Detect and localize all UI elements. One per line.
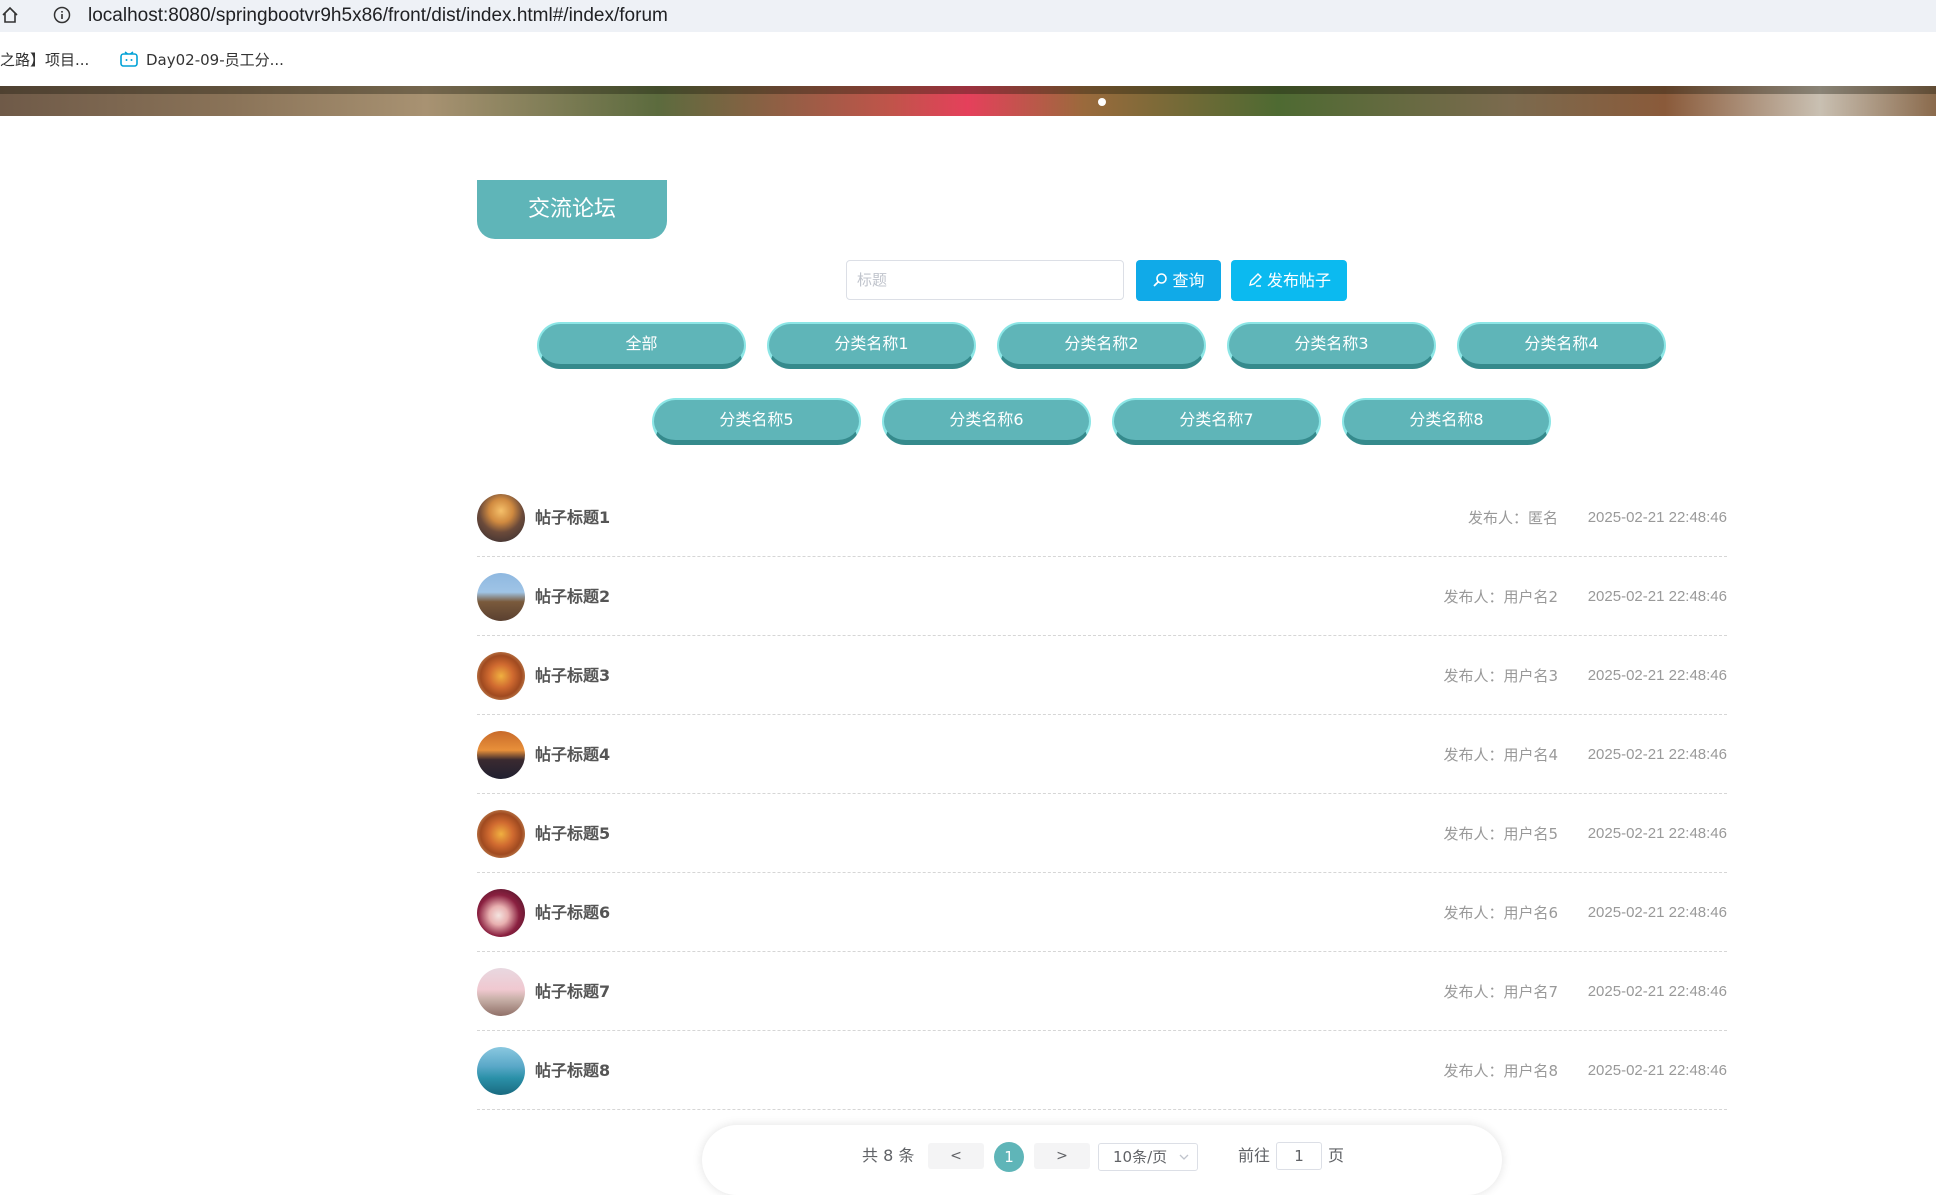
- bookmark-item[interactable]: 之路】项目...: [0, 50, 89, 70]
- goto-label: 前往: [1238, 1146, 1271, 1165]
- page-number-current[interactable]: 1: [994, 1142, 1024, 1172]
- post-author: 发布人：用户名7: [1443, 983, 1558, 1001]
- post-title[interactable]: 帖子标题1: [535, 506, 610, 530]
- post-item[interactable]: 帖子标题2 发布人：用户名2 2025-02-21 22:48:46: [477, 557, 1727, 636]
- url-text[interactable]: localhost:8080/springbootvr9h5x86/front/…: [88, 3, 668, 29]
- post-time: 2025-02-21 22:48:46: [1587, 667, 1727, 684]
- post-time: 2025-02-21 22:48:46: [1587, 746, 1727, 763]
- post-avatar: [477, 810, 525, 858]
- search-button-label: 查询: [1172, 271, 1205, 290]
- post-author: 发布人：用户名5: [1443, 825, 1558, 843]
- post-author: 发布人：用户名3: [1443, 667, 1558, 685]
- post-title[interactable]: 帖子标题7: [535, 980, 610, 1004]
- post-time: 2025-02-21 22:48:46: [1587, 825, 1727, 842]
- category-item[interactable]: 分类名称3: [1227, 322, 1436, 369]
- post-time: 2025-02-21 22:48:46: [1587, 1062, 1727, 1079]
- search-button[interactable]: 查询: [1136, 260, 1221, 301]
- post-item[interactable]: 帖子标题8 发布人：用户名8 2025-02-21 22:48:46: [477, 1031, 1727, 1110]
- title-search-input[interactable]: [846, 260, 1124, 300]
- tv-icon: [120, 51, 138, 67]
- post-avatar: [477, 889, 525, 937]
- post-author: 发布人：用户名2: [1443, 588, 1558, 606]
- edit-icon: [1249, 273, 1262, 287]
- post-avatar: [477, 968, 525, 1016]
- post-title[interactable]: 帖子标题5: [535, 822, 610, 846]
- page-size-select[interactable]: 10条/页: [1098, 1143, 1198, 1171]
- publish-post-button[interactable]: 发布帖子: [1231, 260, 1347, 301]
- category-item[interactable]: 分类名称1: [767, 322, 976, 369]
- post-item[interactable]: 帖子标题4 发布人：用户名4 2025-02-21 22:48:46: [477, 715, 1727, 794]
- info-icon[interactable]: [53, 6, 71, 24]
- post-avatar: [477, 731, 525, 779]
- category-item[interactable]: 分类名称2: [997, 322, 1206, 369]
- bookmarks-bar: 之路】项目... Day02-09-员工分...: [0, 40, 1936, 82]
- search-icon: [1153, 273, 1168, 287]
- home-icon[interactable]: [1, 6, 19, 24]
- address-bar: localhost:8080/springbootvr9h5x86/front/…: [0, 0, 1936, 32]
- publish-post-label: 发布帖子: [1266, 271, 1331, 290]
- post-item[interactable]: 帖子标题5 发布人：用户名5 2025-02-21 22:48:46: [477, 794, 1727, 873]
- pagination-total: 共 8 条: [862, 1146, 915, 1165]
- category-all[interactable]: 全部: [537, 322, 746, 369]
- goto-page-input[interactable]: 1: [1276, 1142, 1322, 1170]
- category-item[interactable]: 分类名称4: [1457, 322, 1666, 369]
- post-avatar: [477, 494, 525, 542]
- post-title[interactable]: 帖子标题3: [535, 664, 610, 688]
- post-time: 2025-02-21 22:48:46: [1587, 904, 1727, 921]
- chevron-down-icon: [1179, 1154, 1189, 1160]
- bookmark-item[interactable]: Day02-09-员工分...: [120, 50, 284, 70]
- next-page-button[interactable]: >: [1034, 1143, 1090, 1169]
- post-author: 发布人：用户名6: [1443, 904, 1558, 922]
- post-avatar: [477, 652, 525, 700]
- category-item[interactable]: 分类名称6: [882, 398, 1091, 445]
- post-item[interactable]: 帖子标题1 发布人：匿名 2025-02-21 22:48:46: [477, 478, 1727, 557]
- post-title[interactable]: 帖子标题6: [535, 901, 610, 925]
- post-title[interactable]: 帖子标题4: [535, 743, 610, 767]
- post-avatar: [477, 573, 525, 621]
- category-item[interactable]: 分类名称8: [1342, 398, 1551, 445]
- post-time: 2025-02-21 22:48:46: [1587, 983, 1727, 1000]
- prev-page-button[interactable]: <: [928, 1143, 984, 1169]
- post-author: 发布人：匿名: [1467, 509, 1558, 527]
- category-item[interactable]: 分类名称7: [1112, 398, 1321, 445]
- carousel-indicator[interactable]: [1098, 98, 1106, 106]
- post-title[interactable]: 帖子标题2: [535, 585, 610, 609]
- post-time: 2025-02-21 22:48:46: [1587, 509, 1727, 526]
- pagination: 共 8 条 < 1 > 10条/页 前往 1 页: [702, 1125, 1502, 1195]
- post-title[interactable]: 帖子标题8: [535, 1059, 610, 1083]
- page-suffix-label: 页: [1328, 1146, 1345, 1165]
- post-item[interactable]: 帖子标题3 发布人：用户名3 2025-02-21 22:48:46: [477, 636, 1727, 715]
- post-item[interactable]: 帖子标题7 发布人：用户名7 2025-02-21 22:48:46: [477, 952, 1727, 1031]
- category-item[interactable]: 分类名称5: [652, 398, 861, 445]
- bookmark-label: Day02-09-员工分...: [146, 51, 284, 69]
- post-author: 发布人：用户名8: [1443, 1062, 1558, 1080]
- post-time: 2025-02-21 22:48:46: [1587, 588, 1727, 605]
- page-size-value: 10条/页: [1113, 1148, 1168, 1166]
- forum-title: 交流论坛: [477, 180, 667, 239]
- post-item[interactable]: 帖子标题6 发布人：用户名6 2025-02-21 22:48:46: [477, 873, 1727, 952]
- banner-image: [0, 86, 1936, 116]
- post-avatar: [477, 1047, 525, 1095]
- post-author: 发布人：用户名4: [1443, 746, 1558, 764]
